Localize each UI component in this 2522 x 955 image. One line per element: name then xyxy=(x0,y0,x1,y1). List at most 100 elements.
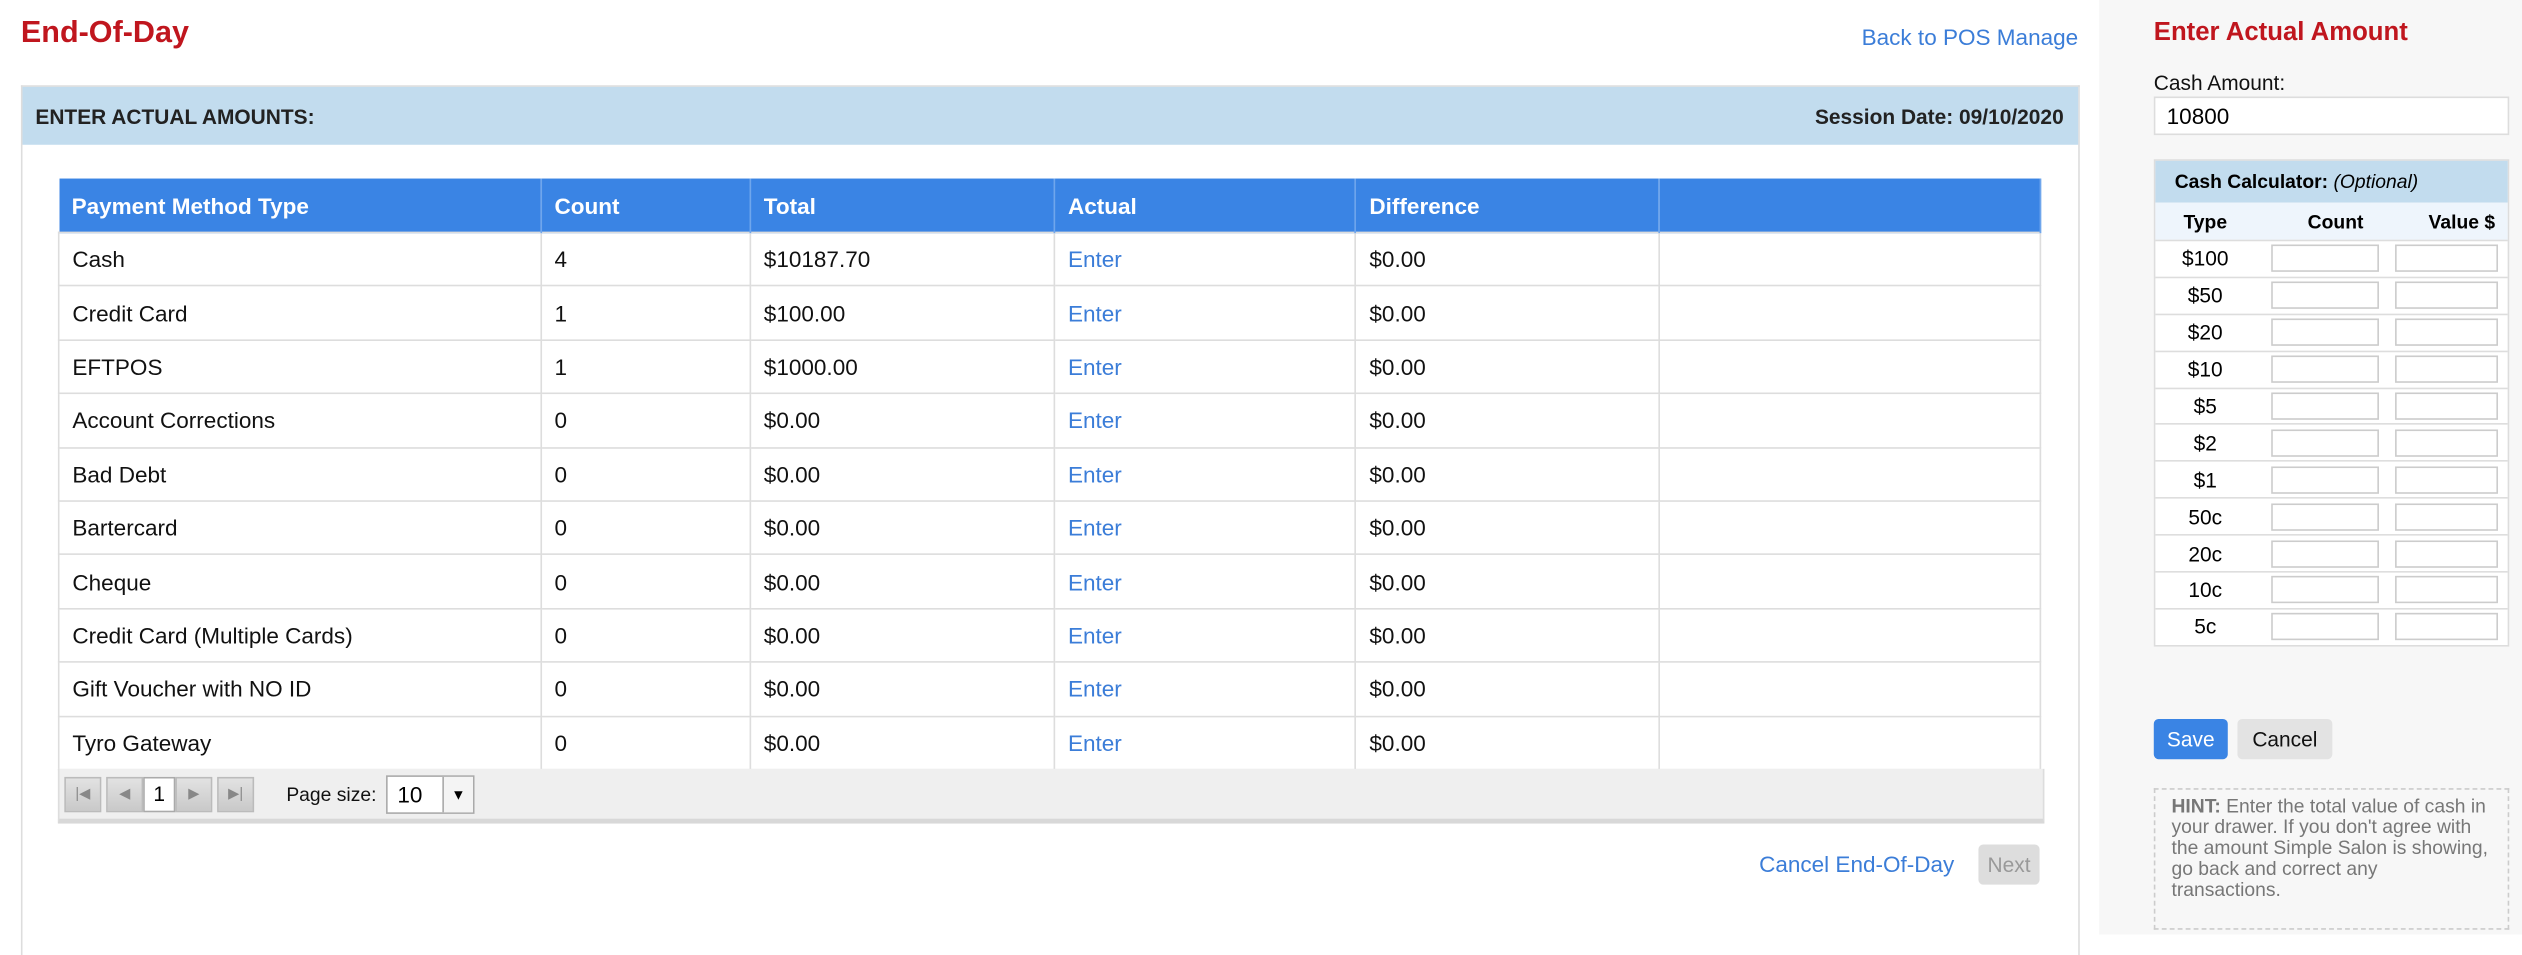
prev-page-icon: ◀ xyxy=(119,784,131,802)
denomination-value-input[interactable] xyxy=(2395,318,2499,347)
enter-amounts-panel: ENTER ACTUAL AMOUNTS: Session Date: 09/1… xyxy=(20,85,2080,955)
next-page-icon: ▶ xyxy=(188,784,200,802)
denomination-count-input[interactable] xyxy=(2271,429,2379,457)
denomination-value-input[interactable] xyxy=(2395,576,2499,604)
denomination-label: 10c xyxy=(2188,578,2223,603)
empty-cell xyxy=(1658,553,2042,610)
denomination-count-input[interactable] xyxy=(2271,245,2379,273)
denomination-value-input[interactable] xyxy=(2395,502,2499,531)
empty-cell xyxy=(1658,714,2042,771)
actual-cell: Enter xyxy=(1053,553,1357,610)
calc-row: $100 xyxy=(2155,239,2508,277)
enter-actual-link[interactable]: Enter xyxy=(1068,730,1122,756)
calc-row: 50c xyxy=(2155,497,2508,534)
actual-cell: Enter xyxy=(1053,714,1357,771)
denomination-value-input[interactable] xyxy=(2395,282,2499,310)
enter-actual-link[interactable]: Enter xyxy=(1068,569,1122,595)
denomination-value-input[interactable] xyxy=(2395,613,2499,641)
count-cell: 0 xyxy=(540,607,751,663)
empty-cell xyxy=(1658,446,2042,502)
cash-amount-label: Cash Amount: xyxy=(2153,70,2286,95)
column-header: Difference xyxy=(1355,178,1660,233)
enter-actual-link[interactable]: Enter xyxy=(1068,461,1122,487)
table-row: Cash 4 $10187.70 Enter $0.00 xyxy=(57,231,2042,287)
enter-actual-link[interactable]: Enter xyxy=(1068,354,1122,380)
empty-cell xyxy=(1658,661,2042,717)
denomination-count-input[interactable] xyxy=(2271,576,2379,604)
difference-cell: $0.00 xyxy=(1354,392,1660,449)
table-row: Credit Card 1 $100.00 Enter $0.00 xyxy=(57,285,2042,341)
sidebar: Enter Actual Amount Cash Amount: Cash Ca… xyxy=(2099,0,2522,935)
calc-row: 5c xyxy=(2155,607,2508,645)
denomination-label: $50 xyxy=(2187,283,2223,308)
calc-col-type: Type xyxy=(2183,209,2228,233)
difference-cell: $0.00 xyxy=(1354,231,1660,287)
first-page-button[interactable]: |◀ xyxy=(64,776,102,812)
difference-cell: $0.00 xyxy=(1354,607,1660,663)
calc-title: Cash Calculator: xyxy=(2174,170,2329,194)
actual-cell: Enter xyxy=(1053,392,1357,449)
cancel-end-of-day-link[interactable]: Cancel End-Of-Day xyxy=(1759,851,1954,877)
calc-row: $1 xyxy=(2155,460,2508,498)
enter-actual-link[interactable]: Enter xyxy=(1068,515,1122,541)
last-page-button[interactable]: ▶| xyxy=(217,776,255,812)
total-cell: $0.00 xyxy=(749,661,1056,717)
denomination-value-input[interactable] xyxy=(2395,429,2499,457)
type-cell: Cash xyxy=(57,231,542,287)
denomination-count-input[interactable] xyxy=(2271,318,2379,347)
count-cell: 0 xyxy=(540,553,751,610)
denomination-count-input[interactable] xyxy=(2271,613,2379,641)
denomination-count-input[interactable] xyxy=(2271,392,2379,420)
type-cell: Tyro Gateway xyxy=(57,714,542,771)
total-cell: $0.00 xyxy=(749,446,1056,502)
prev-page-button[interactable]: ◀ xyxy=(106,776,144,812)
current-page[interactable]: 1 xyxy=(143,776,176,812)
save-button[interactable]: Save xyxy=(2153,718,2228,760)
hint-box: HINT: Enter the total value of cash in y… xyxy=(2153,788,2510,930)
difference-cell: $0.00 xyxy=(1354,661,1660,717)
cash-amount-input[interactable] xyxy=(2153,96,2510,136)
panel-heading: ENTER ACTUAL AMOUNTS: xyxy=(35,103,315,128)
total-cell: $0.00 xyxy=(749,392,1056,449)
count-cell: 0 xyxy=(540,392,751,449)
empty-cell xyxy=(1658,500,2042,556)
denomination-value-input[interactable] xyxy=(2395,539,2499,568)
back-to-pos-manage-link[interactable]: Back to POS Manage xyxy=(1862,24,2079,50)
denomination-count-input[interactable] xyxy=(2271,282,2379,310)
type-cell: Cheque xyxy=(57,553,542,610)
enter-actual-link[interactable]: Enter xyxy=(1068,622,1122,648)
denomination-count-input[interactable] xyxy=(2271,539,2379,568)
enter-actual-link[interactable]: Enter xyxy=(1068,408,1122,434)
hint-label: HINT: xyxy=(2171,794,2221,818)
enter-actual-link[interactable]: Enter xyxy=(1068,676,1122,702)
total-cell: $100.00 xyxy=(749,285,1056,341)
denomination-count-input[interactable] xyxy=(2271,502,2379,531)
cash-calculator-header: Cash Calculator: (Optional) xyxy=(2155,160,2508,203)
denomination-value-input[interactable] xyxy=(2395,355,2499,383)
denomination-value-input[interactable] xyxy=(2395,245,2499,273)
actual-cell: Enter xyxy=(1053,339,1357,395)
denomination-value-input[interactable] xyxy=(2395,466,2499,494)
actual-cell: Enter xyxy=(1053,607,1357,663)
enter-actual-link[interactable]: Enter xyxy=(1068,246,1122,272)
denomination-label: 20c xyxy=(2188,541,2223,566)
empty-cell xyxy=(1658,339,2042,395)
table-row: Cheque 0 $0.00 Enter $0.00 xyxy=(57,553,2042,610)
page-title: End-Of-Day xyxy=(20,16,189,50)
page-size-select[interactable]: 10 ▼ xyxy=(386,774,475,814)
table-row: Gift Voucher with NO ID 0 $0.00 Enter $0.00 xyxy=(57,661,2042,717)
enter-actual-link[interactable]: Enter xyxy=(1068,300,1122,326)
next-button[interactable]: Next xyxy=(1978,844,2040,885)
denomination-count-input[interactable] xyxy=(2271,355,2379,383)
calc-row: $10 xyxy=(2155,350,2508,387)
total-cell: $1000.00 xyxy=(749,339,1056,395)
last-page-icon: ▶| xyxy=(228,784,244,802)
denomination-value-input[interactable] xyxy=(2395,392,2499,420)
payment-methods-table: Payment Method Type Count Total Actual Diffe… xyxy=(57,178,2042,771)
denomination-count-input[interactable] xyxy=(2271,466,2379,494)
panel-header: ENTER ACTUAL AMOUNTS: Session Date: 09/1… xyxy=(22,86,2079,145)
empty-cell xyxy=(1658,392,2042,449)
next-page-button[interactable]: ▶ xyxy=(175,776,213,812)
cancel-button[interactable]: Cancel xyxy=(2237,718,2333,760)
calc-row: $5 xyxy=(2155,386,2508,424)
